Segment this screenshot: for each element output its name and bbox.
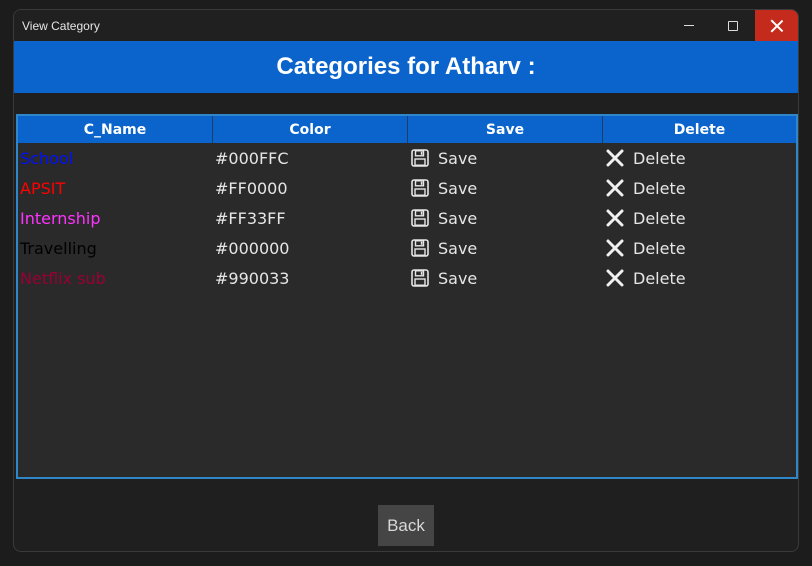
save-label: Save bbox=[438, 148, 478, 168]
table-row[interactable]: Internship #FF33FF Save Delete bbox=[18, 203, 796, 233]
maximize-icon bbox=[728, 20, 738, 31]
category-name-cell[interactable]: Netflix sub bbox=[20, 263, 210, 293]
delete-button[interactable]: Delete bbox=[606, 233, 796, 263]
close-x-icon bbox=[606, 179, 624, 197]
column-header-delete[interactable]: Delete bbox=[603, 116, 796, 143]
category-name-cell[interactable]: Internship bbox=[20, 203, 210, 233]
delete-label: Delete bbox=[633, 208, 686, 228]
delete-label: Delete bbox=[633, 148, 686, 168]
floppy-disk-icon bbox=[411, 179, 429, 197]
page-header: Categories for Atharv : bbox=[14, 41, 798, 93]
view-category-window: View Category Categories for Atharv : C_… bbox=[13, 9, 799, 552]
floppy-disk-icon bbox=[411, 209, 429, 227]
table-row[interactable]: School #000FFC Save Delete bbox=[18, 143, 796, 173]
page-title: Categories for Atharv : bbox=[276, 53, 536, 80]
close-icon bbox=[771, 20, 783, 32]
delete-label: Delete bbox=[633, 268, 686, 288]
minimize-icon bbox=[684, 25, 694, 26]
category-color-cell[interactable]: #FF0000 bbox=[215, 173, 405, 203]
close-x-icon bbox=[606, 239, 624, 257]
delete-button[interactable]: Delete bbox=[606, 203, 796, 233]
back-button[interactable]: Back bbox=[378, 505, 434, 546]
category-name-cell[interactable]: APSIT bbox=[20, 173, 210, 203]
save-button[interactable]: Save bbox=[411, 143, 601, 173]
close-x-icon bbox=[606, 269, 624, 287]
save-button[interactable]: Save bbox=[411, 173, 601, 203]
title-bar: View Category bbox=[14, 10, 798, 41]
minimize-button[interactable] bbox=[667, 10, 711, 41]
save-label: Save bbox=[438, 178, 478, 198]
category-color-cell[interactable]: #000000 bbox=[215, 233, 405, 263]
category-color-cell[interactable]: #FF33FF bbox=[215, 203, 405, 233]
table-row[interactable]: Travelling #000000 Save Delete bbox=[18, 233, 796, 263]
category-name-cell[interactable]: School bbox=[20, 143, 210, 173]
category-color-cell[interactable]: #990033 bbox=[215, 263, 405, 293]
save-button[interactable]: Save bbox=[411, 233, 601, 263]
category-name-cell[interactable]: Travelling bbox=[20, 233, 210, 263]
column-header-name[interactable]: C_Name bbox=[18, 116, 213, 143]
save-label: Save bbox=[438, 238, 478, 258]
table-row[interactable]: Netflix sub #990033 Save Delete bbox=[18, 263, 796, 293]
table-row[interactable]: APSIT #FF0000 Save Delete bbox=[18, 173, 796, 203]
category-color-cell[interactable]: #000FFC bbox=[215, 143, 405, 173]
save-label: Save bbox=[438, 268, 478, 288]
save-label: Save bbox=[438, 208, 478, 228]
delete-button[interactable]: Delete bbox=[606, 263, 796, 293]
maximize-button[interactable] bbox=[711, 10, 755, 41]
column-header-color[interactable]: Color bbox=[213, 116, 408, 143]
delete-button[interactable]: Delete bbox=[606, 143, 796, 173]
delete-button[interactable]: Delete bbox=[606, 173, 796, 203]
close-button[interactable] bbox=[755, 10, 798, 41]
delete-label: Delete bbox=[633, 178, 686, 198]
floppy-disk-icon bbox=[411, 269, 429, 287]
floppy-disk-icon bbox=[411, 239, 429, 257]
delete-label: Delete bbox=[633, 238, 686, 258]
save-button[interactable]: Save bbox=[411, 263, 601, 293]
floppy-disk-icon bbox=[411, 149, 429, 167]
column-header-save[interactable]: Save bbox=[408, 116, 603, 143]
categories-grid[interactable]: C_Name Color Save Delete School #000FFC … bbox=[16, 114, 798, 479]
window-title: View Category bbox=[22, 19, 100, 33]
close-x-icon bbox=[606, 149, 624, 167]
close-x-icon bbox=[606, 209, 624, 227]
save-button[interactable]: Save bbox=[411, 203, 601, 233]
